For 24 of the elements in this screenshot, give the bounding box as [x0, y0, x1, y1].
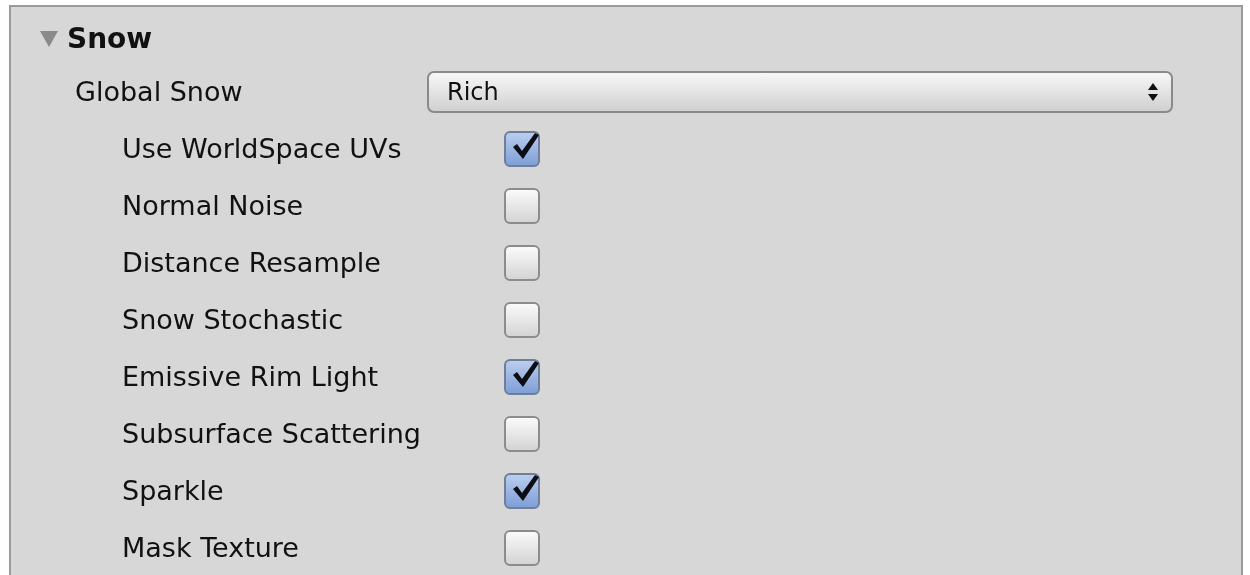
checkbox-label: Emissive Rim Light: [121, 361, 380, 392]
checkmark-icon: [510, 472, 540, 503]
checkbox[interactable]: [504, 301, 540, 338]
checkbox[interactable]: [504, 529, 540, 566]
collapse-triangle-icon[interactable]: [39, 28, 59, 48]
checkbox-label: Snow Stochastic: [121, 304, 345, 335]
dropdown[interactable]: Rich: [427, 70, 1173, 113]
checkbox-label: Use WorldSpace UVs: [121, 133, 403, 164]
checkbox[interactable]: [504, 187, 540, 224]
checkbox[interactable]: [504, 415, 540, 452]
checkbox-label: Mask Texture: [121, 532, 300, 563]
checkmark-icon: [510, 358, 540, 389]
checkbox[interactable]: [504, 358, 540, 395]
up-down-arrows-icon: [1147, 81, 1159, 102]
checkmark-icon: [510, 130, 540, 161]
field-label: Global Snow: [74, 76, 244, 107]
checkbox-label: Subsurface Scattering: [121, 418, 422, 449]
checkbox[interactable]: [504, 130, 540, 167]
checkbox-label: Distance Resample: [121, 247, 382, 278]
checkbox[interactable]: [504, 244, 540, 281]
checkbox-label: Normal Noise: [121, 190, 305, 221]
checkbox-label: Sparkle: [121, 475, 225, 506]
section-title: Snow: [67, 21, 153, 55]
checkbox[interactable]: [504, 472, 540, 509]
